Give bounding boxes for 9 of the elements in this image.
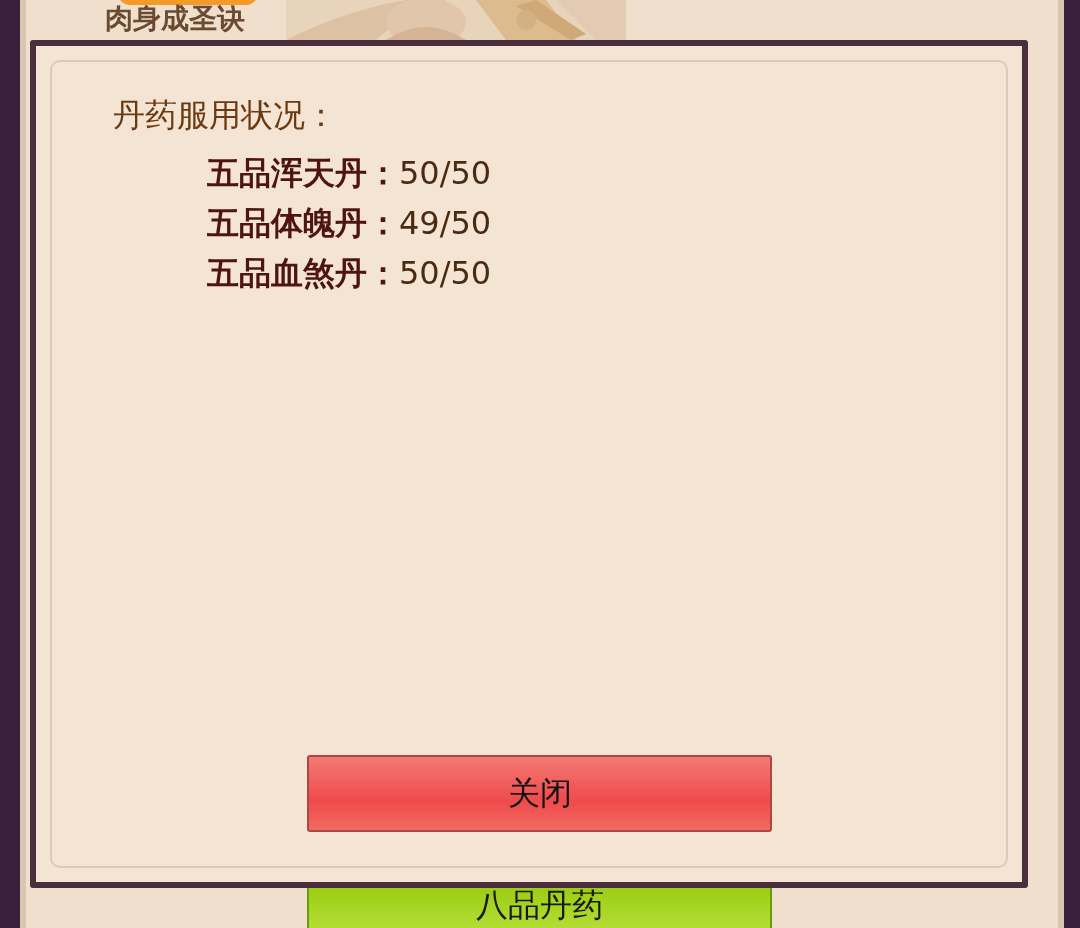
pill-name: 五品血煞丹： [207, 253, 399, 294]
pill-name: 五品体魄丹： [207, 203, 399, 244]
pill-count: 50/50 [399, 254, 492, 292]
pill-count: 49/50 [399, 204, 492, 242]
close-button[interactable]: 关闭 [307, 755, 772, 832]
pill-count: 50/50 [399, 154, 492, 192]
pill-name: 五品浑天丹： [207, 153, 399, 194]
dialog-title: 丹药服用状况： [113, 95, 337, 136]
page-title: 肉身成圣诀 [105, 2, 245, 36]
